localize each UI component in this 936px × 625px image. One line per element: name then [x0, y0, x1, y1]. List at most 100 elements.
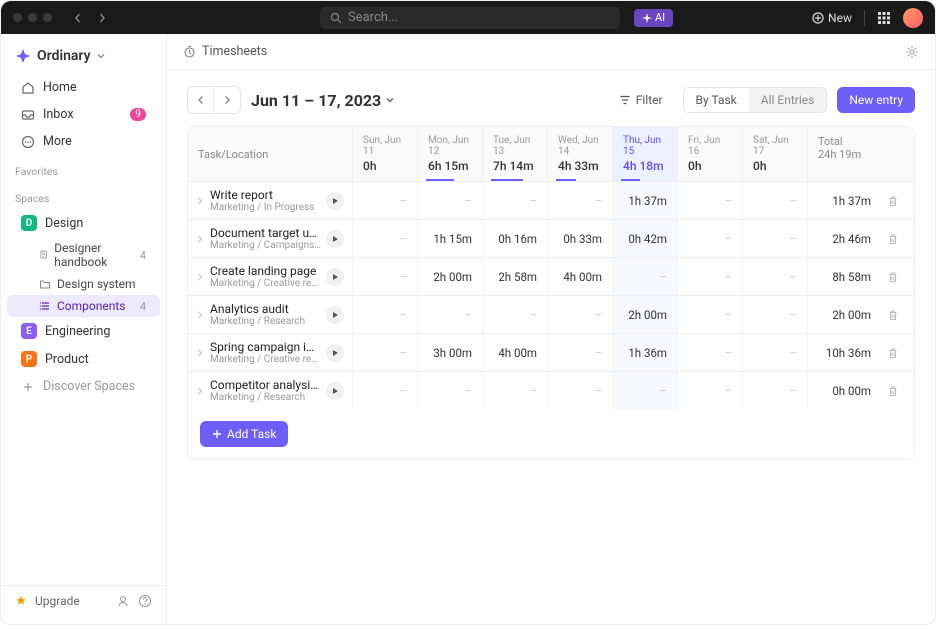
th-day-0[interactable]: Sun, Jun 110h — [352, 127, 417, 181]
time-cell[interactable]: – — [352, 334, 417, 371]
workspace-switcher[interactable]: Ordinary — [1, 42, 166, 74]
task-name[interactable]: Create landing page — [210, 264, 322, 278]
time-cell[interactable]: – — [677, 296, 742, 333]
sidebar-item-inbox[interactable]: Inbox 9 — [7, 102, 160, 127]
task-name[interactable]: Competitor analysis doc — [210, 378, 322, 392]
time-cell[interactable]: – — [547, 334, 612, 371]
all-entries-tab[interactable]: All Entries — [749, 88, 827, 112]
time-cell[interactable]: – — [352, 372, 417, 409]
time-cell[interactable]: – — [612, 372, 677, 409]
sidebar-item-more[interactable]: More — [7, 129, 160, 154]
th-day-6[interactable]: Sat, Jun 170h — [742, 127, 807, 181]
upgrade-button[interactable]: Upgrade — [35, 594, 80, 608]
by-task-tab[interactable]: By Task — [684, 88, 749, 112]
time-cell[interactable]: – — [742, 296, 807, 333]
help-icon[interactable] — [138, 594, 152, 608]
th-day-4[interactable]: Thu, Jun 154h 18m — [612, 127, 677, 181]
time-cell[interactable]: – — [677, 372, 742, 409]
expand-toggle[interactable] — [196, 197, 206, 205]
time-cell[interactable]: – — [352, 182, 417, 219]
trash-icon[interactable] — [887, 385, 899, 397]
time-cell[interactable]: – — [352, 296, 417, 333]
time-cell[interactable]: – — [417, 372, 482, 409]
time-cell[interactable]: – — [547, 182, 612, 219]
time-cell[interactable]: – — [742, 372, 807, 409]
expand-toggle[interactable] — [196, 235, 206, 243]
time-cell[interactable]: – — [417, 182, 482, 219]
nav-back[interactable] — [68, 8, 88, 28]
play-button[interactable] — [326, 344, 344, 362]
discover-spaces[interactable]: Discover Spaces — [7, 374, 160, 399]
expand-toggle[interactable] — [196, 273, 206, 281]
trash-icon[interactable] — [887, 309, 899, 321]
time-cell[interactable]: 2h 58m — [482, 258, 547, 295]
task-name[interactable]: Document target users — [210, 226, 322, 240]
next-week[interactable] — [214, 87, 240, 113]
close-window[interactable] — [13, 13, 22, 22]
time-cell[interactable]: 4h 00m — [482, 334, 547, 371]
time-cell[interactable]: – — [742, 220, 807, 257]
time-cell[interactable]: – — [482, 296, 547, 333]
th-day-2[interactable]: Tue, Jun 137h 14m — [482, 127, 547, 181]
time-cell[interactable]: 0h 33m — [547, 220, 612, 257]
time-cell[interactable]: – — [677, 220, 742, 257]
play-button[interactable] — [326, 192, 344, 210]
space-sub-components[interactable]: Components 4 — [7, 295, 160, 317]
time-cell[interactable]: – — [352, 258, 417, 295]
trash-icon[interactable] — [887, 271, 899, 283]
expand-toggle[interactable] — [196, 349, 206, 357]
th-day-3[interactable]: Wed, Jun 144h 33m — [547, 127, 612, 181]
new-button[interactable]: New — [812, 11, 852, 25]
space-design[interactable]: D Design — [7, 210, 160, 236]
trash-icon[interactable] — [887, 347, 899, 359]
trash-icon[interactable] — [887, 195, 899, 207]
trash-icon[interactable] — [887, 233, 899, 245]
apps-icon[interactable] — [877, 11, 891, 25]
time-cell[interactable]: 1h 37m — [612, 182, 677, 219]
time-cell[interactable]: 1h 15m — [417, 220, 482, 257]
new-entry-button[interactable]: New entry — [837, 87, 915, 113]
time-cell[interactable]: 3h 00m — [417, 334, 482, 371]
play-button[interactable] — [326, 230, 344, 248]
time-cell[interactable]: – — [482, 182, 547, 219]
time-cell[interactable]: – — [742, 258, 807, 295]
expand-toggle[interactable] — [196, 387, 206, 395]
time-cell[interactable]: – — [742, 334, 807, 371]
time-cell[interactable]: 0h 42m — [612, 220, 677, 257]
time-cell[interactable]: 1h 36m — [612, 334, 677, 371]
time-cell[interactable]: – — [677, 182, 742, 219]
th-day-1[interactable]: Mon, Jun 126h 15m — [417, 127, 482, 181]
play-button[interactable] — [326, 268, 344, 286]
expand-toggle[interactable] — [196, 311, 206, 319]
time-cell[interactable]: – — [547, 372, 612, 409]
avatar[interactable] — [903, 8, 923, 28]
nav-forward[interactable] — [92, 8, 112, 28]
space-product[interactable]: P Product — [7, 346, 160, 372]
filter-button[interactable]: Filter — [609, 88, 673, 112]
task-name[interactable]: Write report — [210, 188, 322, 202]
add-task-button[interactable]: Add Task — [200, 421, 288, 447]
time-cell[interactable]: 0h 16m — [482, 220, 547, 257]
time-cell[interactable]: 2h 00m — [612, 296, 677, 333]
task-name[interactable]: Spring campaign imag... — [210, 340, 322, 354]
time-cell[interactable]: – — [612, 258, 677, 295]
play-button[interactable] — [326, 382, 344, 400]
time-cell[interactable]: – — [742, 182, 807, 219]
time-cell[interactable]: 4h 00m — [547, 258, 612, 295]
invite-icon[interactable] — [116, 594, 130, 608]
time-cell[interactable]: – — [677, 258, 742, 295]
space-sub-handbook[interactable]: Designer handbook 4 — [7, 237, 160, 273]
time-cell[interactable]: – — [482, 372, 547, 409]
time-cell[interactable]: – — [547, 296, 612, 333]
th-day-5[interactable]: Fri, Jun 160h — [677, 127, 742, 181]
minimize-window[interactable] — [28, 13, 37, 22]
time-cell[interactable]: – — [417, 296, 482, 333]
search-input[interactable]: Search... — [320, 7, 620, 29]
sidebar-item-home[interactable]: Home — [7, 75, 160, 100]
space-engineering[interactable]: E Engineering — [7, 318, 160, 344]
maximize-window[interactable] — [43, 13, 52, 22]
ai-badge[interactable]: AI — [634, 9, 673, 27]
play-button[interactable] — [326, 306, 344, 324]
gear-icon[interactable] — [905, 45, 919, 59]
date-range[interactable]: Jun 11 – 17, 2023 — [251, 91, 395, 110]
